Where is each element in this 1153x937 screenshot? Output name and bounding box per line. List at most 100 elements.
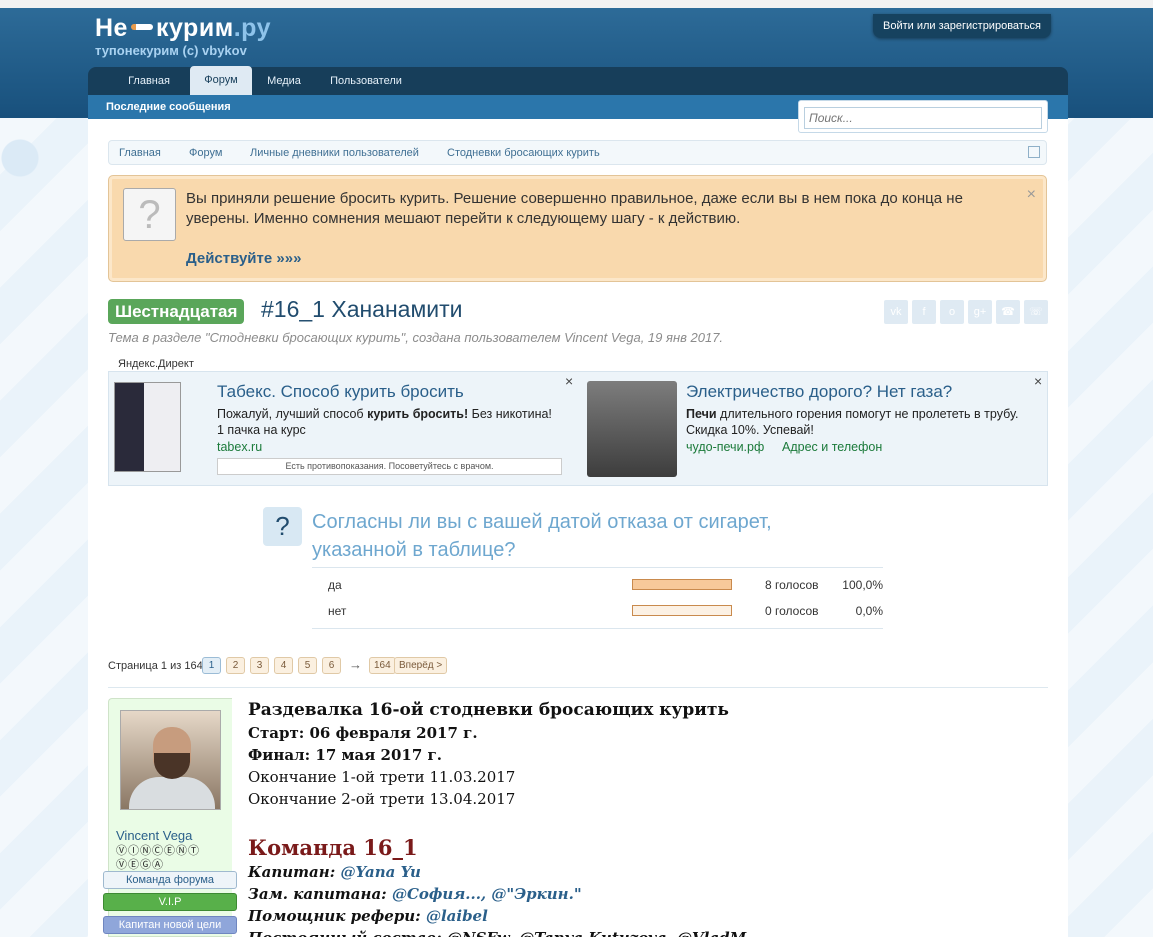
- tabex-ad-image[interactable]: [114, 382, 181, 472]
- captain-line: Капитан: @Yana Yu: [248, 863, 421, 881]
- ad-tabex-warning: Есть противопоказания. Посоветуйтесь с в…: [217, 458, 562, 475]
- page-2-button[interactable]: 2: [226, 657, 245, 674]
- poll-divider: [312, 567, 883, 568]
- ads-label[interactable]: Яндекс.Директ: [118, 358, 194, 370]
- googleplus-icon[interactable]: g+: [968, 300, 992, 324]
- ad-stove-title[interactable]: Электричество дорого? Нет газа?: [686, 382, 952, 402]
- poll-option-votes: 8 голосов: [765, 578, 819, 592]
- referee-label: Помощник рефери:: [248, 907, 421, 925]
- post-third2: Окончание 2-ой трети 13.04.2017: [248, 790, 516, 808]
- badge-vip: V.I.P: [103, 893, 237, 911]
- post-start-date: Старт: 06 февраля 2017 г.: [248, 724, 478, 742]
- ad-tabex-close-icon[interactable]: ×: [565, 373, 573, 389]
- username[interactable]: Vincent Vega: [116, 828, 192, 843]
- viber-icon[interactable]: ☎: [996, 300, 1020, 324]
- recent-posts-label: Последние сообщения: [106, 101, 231, 113]
- breadcrumb-forum[interactable]: Форум: [189, 147, 222, 159]
- poll-option-label: нет: [328, 604, 347, 618]
- pagination-arrow-icon[interactable]: →: [349, 657, 362, 672]
- post-third1: Окончание 1-ой трети 11.03.2017: [248, 768, 516, 786]
- thread-prefix-badge[interactable]: Шестнадцатая: [108, 299, 245, 324]
- tab-home[interactable]: Главная: [108, 67, 190, 95]
- search-box: [798, 100, 1048, 133]
- ad-stove-link[interactable]: чудо-печи.рф: [686, 440, 764, 454]
- ad-stove-contact-link[interactable]: Адрес и телефон: [782, 440, 882, 454]
- popout-icon[interactable]: [1028, 146, 1040, 158]
- vk-icon[interactable]: vk: [884, 300, 908, 324]
- ad-tabex-link[interactable]: tabex.ru: [217, 440, 262, 454]
- referee-line: Помощник рефери: @laibel: [248, 907, 488, 925]
- poll-result-bar: [632, 579, 732, 590]
- logo-text-ne: Не: [95, 14, 128, 42]
- page-4-button[interactable]: 4: [274, 657, 293, 674]
- ad-stove-close-icon[interactable]: ×: [1034, 373, 1042, 389]
- poll-option-row: нет 0 голосов 0,0%: [312, 599, 883, 623]
- notice-text: Вы приняли решение бросить курить. Решен…: [186, 190, 963, 227]
- thread-title: #16_1 Хананамити: [261, 296, 463, 322]
- poll-option-votes: 0 голосов: [765, 604, 819, 618]
- poll-divider: [312, 628, 883, 629]
- question-avatar-icon: ?: [123, 188, 176, 241]
- permanent-lineup-line: Постоянный состав: @NSFw, @Tanya Kutuzov…: [248, 929, 746, 937]
- cigarette-icon: [130, 24, 153, 31]
- ad-tabex-text: Пожалуй, лучший способ курить бросить! Б…: [217, 406, 577, 438]
- ad-tabex-text-bold: курить бросить!: [367, 407, 469, 421]
- stove-ad-image[interactable]: [587, 381, 677, 477]
- breadcrumb-stodnevki[interactable]: Стодневки бросающих курить: [447, 147, 600, 159]
- thread-meta: Тема в разделе "Стодневки бросающих кури…: [108, 330, 724, 345]
- tab-media[interactable]: Медиа: [252, 67, 316, 95]
- captain-label: Капитан:: [248, 863, 336, 881]
- search-input[interactable]: [804, 107, 1042, 129]
- post-separator: [108, 687, 1048, 688]
- page-5-button[interactable]: 5: [298, 657, 317, 674]
- page-last-button[interactable]: 164: [369, 657, 396, 674]
- poll-option-percent: 100,0%: [842, 578, 883, 592]
- badge-captain: Капитан новой цели: [103, 916, 237, 934]
- page-3-button[interactable]: 3: [250, 657, 269, 674]
- poll-option-label: да: [328, 578, 342, 592]
- user-title: ⓋⒾⓃⒸⒺⓃⓉ ⓋⒺⒼⒶ: [116, 845, 200, 871]
- avatar[interactable]: [120, 710, 221, 810]
- tab-users[interactable]: Пользователи: [316, 67, 416, 95]
- referee-mention[interactable]: @laibel: [426, 907, 488, 925]
- site-logo[interactable]: Не курим.ру: [95, 14, 271, 43]
- breadcrumb: Главная Форум Личные дневники пользовате…: [108, 140, 1047, 165]
- ad-tabex-text-post: Без никотина!: [468, 407, 552, 421]
- ad-tabex-text-line2: 1 пачка на курс: [217, 423, 306, 437]
- facebook-icon[interactable]: f: [912, 300, 936, 324]
- team-heading: Команда 16_1: [248, 835, 418, 860]
- notice-action-link[interactable]: Действуйте »»»: [186, 250, 301, 267]
- next-page-button[interactable]: Вперёд >: [394, 657, 448, 674]
- logo-text-ru: .ру: [233, 14, 271, 42]
- breadcrumb-diaries[interactable]: Личные дневники пользователей: [250, 147, 419, 159]
- poll-result-bar: [632, 605, 732, 616]
- breadcrumb-home[interactable]: Главная: [119, 147, 161, 159]
- ad-tabex-title[interactable]: Табекс. Способ курить бросить: [217, 382, 464, 402]
- whatsapp-icon[interactable]: ☏: [1024, 300, 1048, 324]
- main-nav: Главная Форум Медиа Пользователи: [88, 66, 1068, 95]
- vice-captain-mentions[interactable]: @София..., @"Эркин.": [392, 885, 582, 903]
- avatar-body-shape: [129, 777, 215, 809]
- badge-forum-team: Команда форума: [103, 871, 237, 889]
- vice-captain-label: Зам. капитана:: [248, 885, 387, 903]
- odnoklassniki-icon[interactable]: o: [940, 300, 964, 324]
- page-6-button[interactable]: 6: [322, 657, 341, 674]
- ad-stove-text: Печи длительного горения помогут не прол…: [686, 406, 1041, 438]
- pagination-info: Страница 1 из 164: [108, 660, 203, 672]
- post-heading: Раздевалка 16-ой стодневки бросающих кур…: [248, 700, 729, 720]
- notice-close-icon[interactable]: ×: [1027, 186, 1036, 204]
- ad-stove-text-bold: Печи: [686, 407, 717, 421]
- ad-stove-text-post: длительного горения помогут не пролететь…: [716, 407, 1019, 421]
- poll-question-icon: ?: [263, 507, 302, 546]
- site-slogan: тупонекурим (с) vbykov: [95, 43, 247, 58]
- ad-tabex-text-pre: Пожалуй, лучший способ: [217, 407, 368, 421]
- login-register-button[interactable]: Войти или зарегистрироваться: [873, 14, 1052, 38]
- captain-mention[interactable]: @Yana Yu: [340, 863, 420, 881]
- poll-question: Согласны ли вы с вашей датой отказа от с…: [312, 511, 772, 561]
- poll-option-row: да 8 голосов 100,0%: [312, 573, 883, 597]
- notice-banner: ? Вы приняли решение бросить курить. Реш…: [108, 175, 1047, 282]
- logo-text-kurim: курим: [155, 14, 234, 42]
- ad-block: Табекс. Способ курить бросить Пожалуй, л…: [108, 371, 1048, 486]
- tab-forum[interactable]: Форум: [190, 66, 252, 95]
- page-1-button[interactable]: 1: [202, 657, 221, 674]
